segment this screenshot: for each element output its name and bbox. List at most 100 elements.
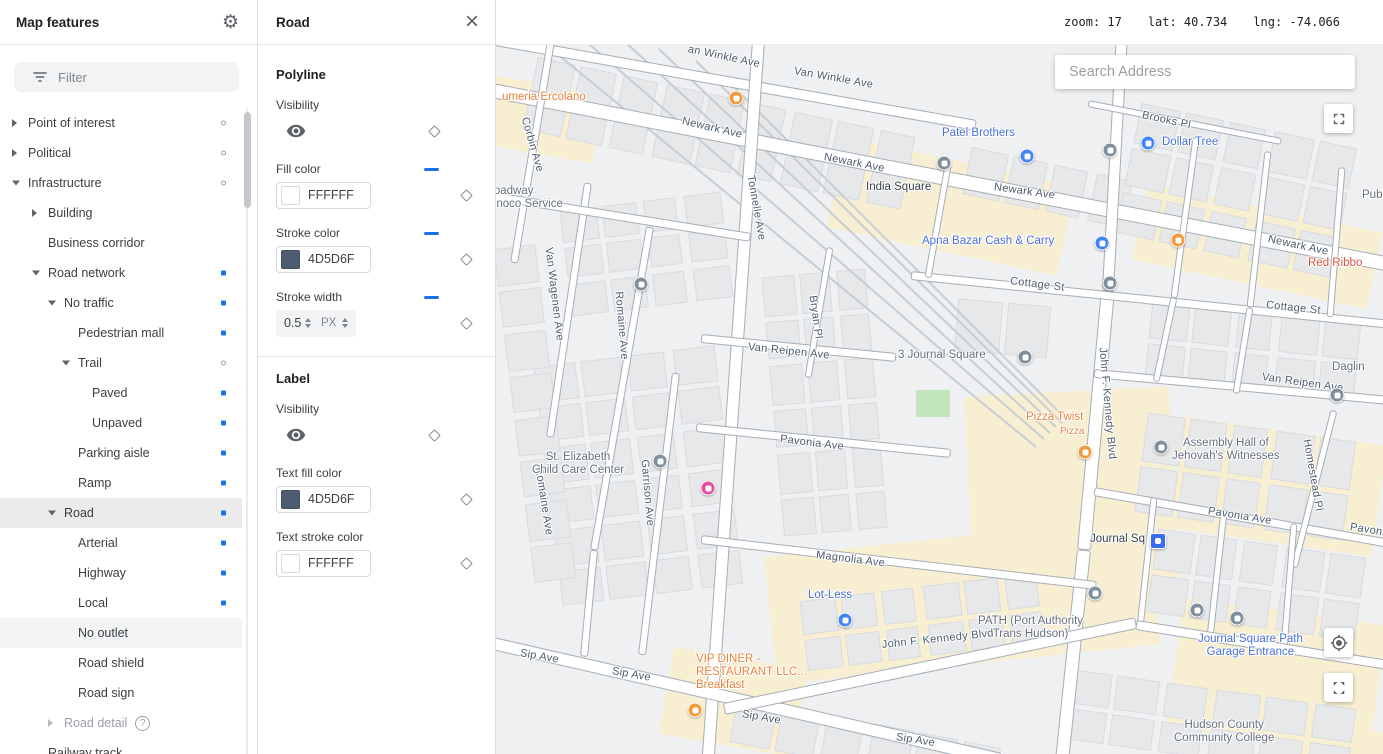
tree-item-no-outlet[interactable]: No outlet xyxy=(0,618,242,648)
sidebar-scrollbar-thumb[interactable] xyxy=(244,112,251,208)
poi-label[interactable]: Journal Square PathGarage Entrance xyxy=(1198,633,1303,659)
poi-label[interactable]: VIP DINER -RESTAURANT LLC...Breakfast xyxy=(696,653,807,692)
expand-arrows-button[interactable] xyxy=(1324,673,1353,702)
poi-icon-orange[interactable] xyxy=(1078,445,1093,460)
filter-box[interactable] xyxy=(14,62,239,92)
poi-icon-blue[interactable] xyxy=(1141,136,1156,151)
inherit-diamond[interactable] xyxy=(428,429,441,442)
visibility-eye-icon[interactable] xyxy=(286,425,306,445)
poi-icon-blue[interactable] xyxy=(1020,149,1035,164)
tree-item-point-of-interest[interactable]: Point of interest xyxy=(0,108,242,138)
inherit-diamond[interactable] xyxy=(428,125,441,138)
poi-label[interactable]: Lot-Less xyxy=(808,589,852,602)
tree-item-road-sign[interactable]: Road sign xyxy=(0,678,242,708)
poi-icon-transit[interactable] xyxy=(1150,533,1166,549)
tree-item-political[interactable]: Political xyxy=(0,138,242,168)
poi-icon-gray[interactable] xyxy=(1103,143,1118,158)
inherit-diamond[interactable] xyxy=(460,557,473,570)
collapse-arrow-icon[interactable] xyxy=(62,361,70,366)
poi-label[interactable]: PATH (Port AuthorityTrans Hudson) xyxy=(978,615,1083,641)
poi-icon-gray[interactable] xyxy=(937,156,952,171)
tree-item-ramp[interactable]: Ramp xyxy=(0,468,242,498)
collapse-arrow-icon[interactable] xyxy=(32,271,40,276)
expand-arrow-icon[interactable] xyxy=(12,149,17,157)
tree-item-local[interactable]: Local xyxy=(0,588,242,618)
poi-label[interactable]: Daglin xyxy=(1332,361,1365,374)
text-stroke-color-input[interactable] xyxy=(308,556,364,570)
close-icon[interactable]: × xyxy=(465,10,479,34)
text-stroke-color-field[interactable] xyxy=(276,550,371,577)
stroke-width-input[interactable] xyxy=(284,316,302,330)
tree-item-pedestrian-mall[interactable]: Pedestrian mall xyxy=(0,318,242,348)
expand-arrow-icon[interactable] xyxy=(32,209,37,217)
inherit-diamond[interactable] xyxy=(460,253,473,266)
poi-label[interactable]: Journal Sq xyxy=(1090,533,1145,546)
tree-item-road-shield[interactable]: Road shield xyxy=(0,648,242,678)
poi-icon-magenta[interactable] xyxy=(701,481,716,496)
stroke-width-field[interactable]: PX xyxy=(276,310,356,337)
inherit-diamond[interactable] xyxy=(460,493,473,506)
fill-color-input[interactable] xyxy=(308,188,364,202)
poi-icon-gray[interactable] xyxy=(1103,276,1118,291)
expand-arrow-icon[interactable] xyxy=(12,119,17,127)
collapse-arrow-icon[interactable] xyxy=(48,511,56,516)
poi-icon-blue[interactable] xyxy=(1095,236,1110,251)
stepper-arrows[interactable] xyxy=(342,318,348,328)
poi-label[interactable]: Hudson CountyCommunity College xyxy=(1174,719,1274,745)
poi-icon-gray[interactable] xyxy=(1330,388,1345,403)
poi-label[interactable]: Apna Bazar Cash & Carry xyxy=(922,235,1054,248)
poi-icon-orange[interactable] xyxy=(688,703,703,718)
poi-icon-gray[interactable] xyxy=(1154,440,1169,455)
poi-label[interactable]: St. ElizabethChild Care Center xyxy=(532,451,624,477)
poi-label[interactable]: Publi xyxy=(1362,189,1383,202)
color-swatch[interactable] xyxy=(281,250,300,269)
poi-label[interactable]: Pizza xyxy=(1060,425,1084,438)
map-canvas[interactable]: an Winkle AveVan Winkle AveNewark AveNew… xyxy=(496,45,1383,754)
filter-input[interactable] xyxy=(58,70,229,85)
inherit-diamond[interactable] xyxy=(460,189,473,202)
tree-item-business-corridor[interactable]: Business corridor xyxy=(0,228,242,258)
tree-item-no-traffic[interactable]: No traffic xyxy=(0,288,242,318)
poi-icon-gray[interactable] xyxy=(653,454,668,469)
poi-label[interactable]: India Square xyxy=(866,181,931,194)
tree-item-paved[interactable]: Paved xyxy=(0,378,242,408)
poi-icon-gray[interactable] xyxy=(1018,350,1033,365)
poi-label[interactable]: Pizza Twist xyxy=(1026,411,1083,424)
poi-label[interactable]: Assembly Hall ofJehovah's Witnesses xyxy=(1172,437,1280,463)
tree-item-road-detail[interactable]: Road detail? xyxy=(0,708,242,738)
color-swatch[interactable] xyxy=(281,186,300,205)
stroke-color-field[interactable] xyxy=(276,246,371,273)
tree-item-unpaved[interactable]: Unpaved xyxy=(0,408,242,438)
tree-item-road[interactable]: Road xyxy=(0,498,242,528)
tree-item-trail[interactable]: Trail xyxy=(0,348,242,378)
poi-label[interactable]: umeria Ercolano xyxy=(502,91,586,104)
fill-color-field[interactable] xyxy=(276,182,371,209)
poi-icon-blue[interactable] xyxy=(838,613,853,628)
poi-icon-orange[interactable] xyxy=(1171,233,1186,248)
text-fill-color-input[interactable] xyxy=(308,492,364,506)
collapse-arrow-icon[interactable] xyxy=(48,301,56,306)
search-input[interactable] xyxy=(1055,55,1355,89)
expand-arrow-icon[interactable] xyxy=(48,719,53,727)
poi-icon-orange[interactable] xyxy=(729,91,744,106)
stepper-arrows[interactable] xyxy=(305,318,311,328)
poi-label[interactable]: Dollar Tree xyxy=(1162,136,1218,149)
tree-item-building[interactable]: Building xyxy=(0,198,242,228)
my-location-button[interactable] xyxy=(1324,628,1353,657)
text-fill-color-field[interactable] xyxy=(276,486,371,513)
poi-icon-gray[interactable] xyxy=(634,277,649,292)
tree-item-railway-track[interactable]: Railway track xyxy=(0,738,242,754)
color-swatch[interactable] xyxy=(281,490,300,509)
poi-label[interactable]: Red Ribbo xyxy=(1308,257,1362,270)
poi-icon-gray[interactable] xyxy=(1190,603,1205,618)
help-icon[interactable]: ? xyxy=(135,716,150,731)
inherit-diamond[interactable] xyxy=(460,317,473,330)
poi-label[interactable]: roadwayunoco Service xyxy=(496,185,563,211)
tree-item-road-network[interactable]: Road network xyxy=(0,258,242,288)
poi-icon-gray[interactable] xyxy=(1230,611,1245,626)
stroke-color-input[interactable] xyxy=(308,252,364,266)
poi-label[interactable]: Patel Brothers xyxy=(942,127,1015,140)
visibility-eye-icon[interactable] xyxy=(286,121,306,141)
tree-item-infrastructure[interactable]: Infrastructure xyxy=(0,168,242,198)
poi-icon-gray[interactable] xyxy=(1088,586,1103,601)
